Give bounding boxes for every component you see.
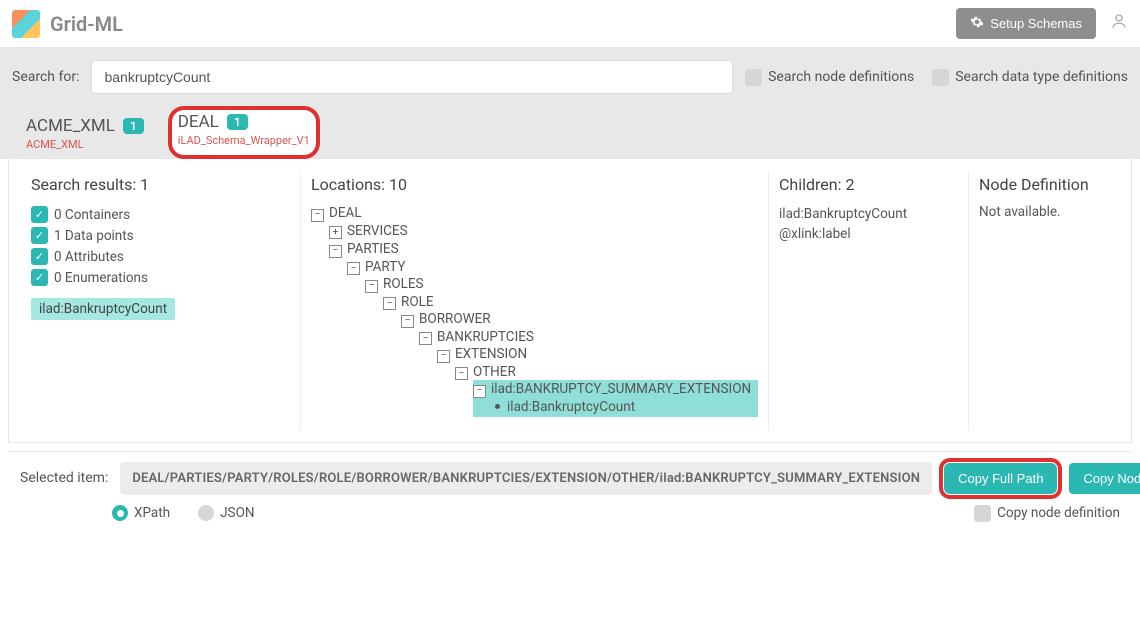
facet-attributes[interactable]: ✓0 Attributes: [31, 246, 290, 267]
check-icon: ✓: [31, 269, 48, 286]
checkbox-icon: [974, 505, 991, 522]
facet-enumerations[interactable]: ✓0 Enumerations: [31, 267, 290, 288]
app-title: Grid-ML: [50, 12, 123, 36]
children-heading: Children: 2: [779, 175, 958, 194]
tree-node[interactable]: −DEAL +SERVICES −PARTIES −PARTY −ROLES −…: [311, 204, 758, 426]
result-item[interactable]: ilad:BankruptcyCount: [31, 298, 175, 320]
copy-node-name-button[interactable]: Copy Node Name: [1069, 463, 1140, 494]
tree-node[interactable]: −BORROWER −BANKRUPTCIES −EXTENSION −OTHE…: [401, 310, 758, 421]
location-tree: −DEAL +SERVICES −PARTIES −PARTY −ROLES −…: [311, 204, 758, 426]
app-header: Grid-ML Setup Schemas: [0, 0, 1140, 48]
collapse-icon[interactable]: −: [419, 332, 432, 345]
checkbox-icon: [745, 69, 762, 86]
brand: Grid-ML: [12, 10, 123, 38]
search-types-checkbox[interactable]: Search data type definitions: [932, 69, 1128, 86]
main-panel: Search results: 1 ✓0 Containers ✓1 Data …: [8, 159, 1132, 443]
facet-containers[interactable]: ✓0 Containers: [31, 204, 290, 225]
tree-node[interactable]: −ROLES −ROLE −BORROWER −BANKRUPTCIES −EX…: [365, 275, 758, 423]
bullet-icon: [495, 404, 500, 409]
collapse-icon[interactable]: −: [329, 245, 342, 258]
gear-icon: [970, 15, 984, 32]
facet-list: ✓0 Containers ✓1 Data points ✓0 Attribut…: [31, 204, 290, 288]
tab-deal[interactable]: DEAL 1 iLAD_Schema_Wrapper_V1: [168, 106, 320, 159]
radio-icon: [112, 505, 128, 521]
nodedef-column: Node Definition Not available.: [969, 171, 1119, 430]
results-heading: Search results: 1: [31, 175, 290, 194]
collapse-icon[interactable]: −: [365, 280, 378, 293]
child-item[interactable]: @xlink:label: [779, 224, 958, 244]
facet-datapoints[interactable]: ✓1 Data points: [31, 225, 290, 246]
tree-node[interactable]: −OTHER −ilad:BANKRUPTCY_SUMMARY_EXTENSIO…: [455, 363, 758, 418]
tree-node[interactable]: −PARTIES −PARTY −ROLES −ROLE −BORROWER −…: [329, 240, 758, 425]
copy-full-path-button[interactable]: Copy Full Path: [944, 463, 1057, 494]
selected-item-footer: Selected item: DEAL/PARTIES/PARTY/ROLES/…: [8, 451, 1132, 536]
format-xpath-radio[interactable]: XPath: [112, 505, 170, 521]
collapse-icon[interactable]: −: [383, 297, 396, 310]
copy-node-def-checkbox[interactable]: Copy node definition: [974, 505, 1120, 522]
selected-path: DEAL/PARTIES/PARTY/ROLES/ROLE/BORROWER/B…: [120, 462, 932, 495]
nodedef-text: Not available.: [979, 204, 1109, 220]
tree-leaf[interactable]: ilad:BankruptcyCount: [491, 398, 758, 416]
collapse-icon[interactable]: −: [437, 350, 450, 363]
check-icon: ✓: [31, 206, 48, 223]
child-item[interactable]: ilad:BankruptcyCount: [779, 204, 958, 224]
schema-tabs: ACME_XML 1 ACME_XML DEAL 1 iLAD_Schema_W…: [0, 106, 1140, 159]
collapse-icon[interactable]: −: [455, 367, 468, 380]
result-count-badge: 1: [227, 114, 248, 130]
search-bar: Search for: Search node definitions Sear…: [0, 48, 1140, 106]
selected-label: Selected item:: [20, 470, 108, 486]
result-count-badge: 1: [123, 118, 144, 134]
tree-node[interactable]: −EXTENSION −OTHER −ilad:BANKRUPTCY_SUMMA…: [437, 345, 758, 419]
search-input[interactable]: [91, 60, 733, 94]
logo-icon: [12, 10, 40, 38]
collapse-icon[interactable]: −: [347, 262, 360, 275]
checkbox-icon: [932, 69, 949, 86]
children-column: Children: 2 ilad:BankruptcyCount @xlink:…: [769, 171, 969, 430]
check-icon: ✓: [31, 248, 48, 265]
search-nodes-checkbox[interactable]: Search node definitions: [745, 69, 914, 86]
locations-heading: Locations: 10: [311, 175, 758, 194]
user-icon[interactable]: [1110, 12, 1128, 35]
tree-node[interactable]: −BANKRUPTCIES −EXTENSION −OTHER −ilad:BA…: [419, 328, 758, 420]
collapse-icon[interactable]: −: [473, 385, 486, 398]
search-label: Search for:: [12, 69, 79, 85]
expand-icon[interactable]: +: [329, 226, 342, 239]
setup-schemas-button[interactable]: Setup Schemas: [956, 8, 1096, 39]
tree-node[interactable]: −PARTY −ROLES −ROLE −BORROWER −BANKRUPTC…: [347, 258, 758, 424]
setup-schemas-label: Setup Schemas: [990, 16, 1082, 31]
nodedef-heading: Node Definition: [979, 175, 1109, 194]
tree-node[interactable]: +SERVICES: [329, 222, 758, 241]
tree-node-selected[interactable]: −ilad:BANKRUPTCY_SUMMARY_EXTENSION ilad:…: [473, 380, 758, 417]
collapse-icon[interactable]: −: [311, 209, 324, 222]
tree-node[interactable]: −ROLE −BORROWER −BANKRUPTCIES −EXTENSION…: [383, 293, 758, 422]
check-icon: ✓: [31, 227, 48, 244]
locations-column: Locations: 10 −DEAL +SERVICES −PARTIES −…: [301, 171, 769, 430]
tab-acme-xml[interactable]: ACME_XML 1 ACME_XML: [12, 106, 158, 159]
search-results-column: Search results: 1 ✓0 Containers ✓1 Data …: [21, 171, 301, 430]
radio-icon: [198, 505, 214, 521]
format-json-radio[interactable]: JSON: [198, 505, 254, 521]
collapse-icon[interactable]: −: [401, 315, 414, 328]
